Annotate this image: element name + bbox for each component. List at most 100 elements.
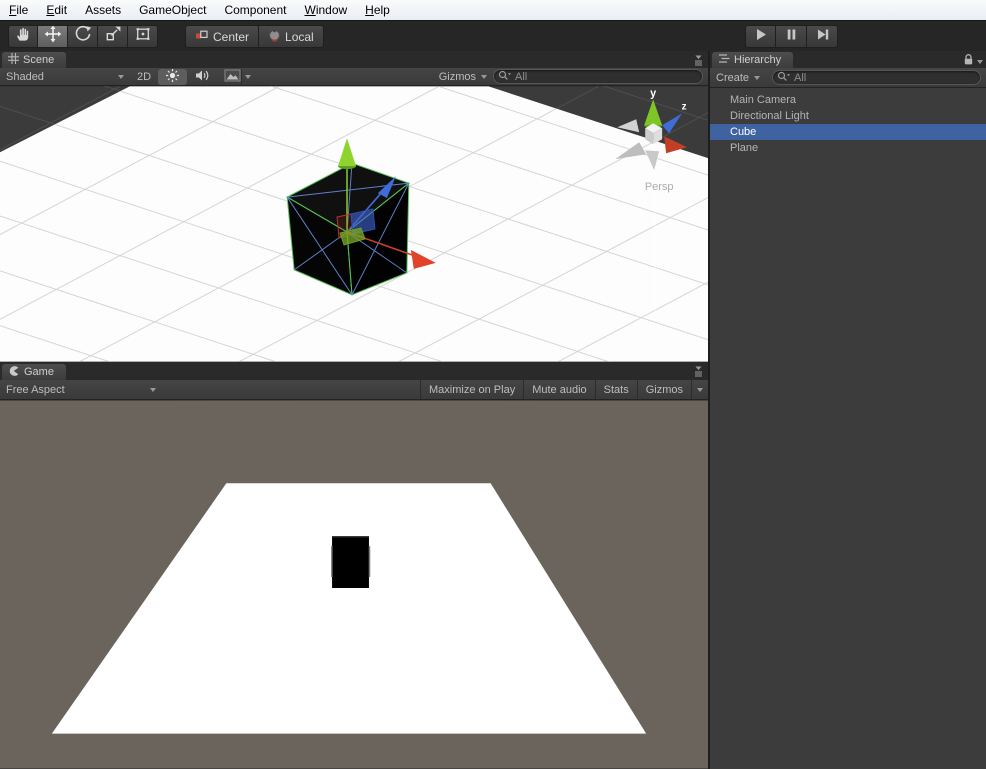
scene-tabbar: Scene bbox=[0, 51, 708, 68]
game-tabbar: Game bbox=[0, 362, 708, 380]
lighting-toggle[interactable] bbox=[158, 68, 188, 86]
create-label: Create bbox=[716, 71, 750, 84]
maximize-on-play-button[interactable]: Maximize on Play bbox=[420, 380, 523, 399]
audio-toggle[interactable] bbox=[187, 69, 217, 85]
shading-mode-dropdown[interactable]: Shaded bbox=[0, 68, 130, 85]
rect-tool-button[interactable] bbox=[128, 25, 158, 48]
mute-audio-button[interactable]: Mute audio bbox=[523, 380, 594, 399]
pause-button[interactable] bbox=[776, 25, 807, 48]
menu-component[interactable]: Component bbox=[215, 1, 295, 19]
image-icon bbox=[224, 69, 241, 85]
hierarchy-subbar: Create All bbox=[710, 68, 986, 88]
hand-icon bbox=[14, 25, 32, 48]
lock-icon[interactable] bbox=[963, 53, 974, 71]
menu-window[interactable]: Window bbox=[295, 1, 356, 19]
local-space-icon bbox=[268, 29, 281, 45]
persp-label[interactable]: Persp bbox=[645, 181, 674, 193]
menu-help[interactable]: Help bbox=[356, 1, 399, 19]
hierarchy-search-field[interactable]: All bbox=[772, 70, 981, 85]
chevron-down-icon bbox=[697, 387, 703, 392]
pane-menu-icon bbox=[692, 53, 705, 71]
shading-mode-label: Shaded bbox=[6, 70, 44, 83]
play-button[interactable] bbox=[745, 25, 776, 48]
hierarchy-item-directional-light[interactable]: Directional Light bbox=[710, 108, 986, 124]
rect-icon bbox=[134, 25, 152, 48]
main-toolbar: Center Local bbox=[0, 21, 986, 51]
pane-menu-icon bbox=[692, 364, 705, 382]
center-pivot-icon bbox=[195, 29, 209, 44]
game-subbar: Free Aspect Maximize on Play Mute audio … bbox=[0, 380, 708, 400]
aspect-dropdown[interactable]: Free Aspect bbox=[0, 380, 162, 399]
hierarchy-item-plane[interactable]: Plane bbox=[710, 140, 986, 156]
pivot-center-button[interactable]: Center bbox=[185, 25, 260, 48]
unity-editor-window: File Edit Assets GameObject Component Wi… bbox=[0, 0, 986, 769]
stats-button[interactable]: Stats bbox=[594, 380, 637, 399]
aspect-label: Free Aspect bbox=[6, 383, 65, 396]
chevron-down-icon bbox=[245, 74, 252, 79]
chevron-down-icon bbox=[118, 74, 124, 79]
hierarchy-tabbar: Hierarchy bbox=[710, 51, 986, 68]
game-pane-menu[interactable] bbox=[692, 364, 705, 382]
hand-tool-button[interactable] bbox=[8, 25, 38, 48]
2d-toggle[interactable]: 2D bbox=[130, 69, 158, 85]
playback-controls bbox=[745, 25, 838, 48]
speaker-icon bbox=[194, 68, 210, 86]
move-tool-button[interactable] bbox=[38, 25, 68, 48]
scene-pane-menu[interactable] bbox=[692, 53, 705, 71]
hierarchy-list: Main Camera Directional Light Cube Plane bbox=[710, 88, 986, 156]
menu-edit[interactable]: Edit bbox=[37, 1, 76, 19]
game-gizmos-arrow[interactable] bbox=[691, 380, 708, 399]
scene-viewport[interactable]: y z Persp bbox=[0, 86, 708, 362]
space-local-button[interactable]: Local bbox=[259, 25, 324, 48]
panel-divider[interactable] bbox=[708, 51, 710, 769]
pane-menu-icon[interactable] bbox=[977, 60, 983, 64]
magnifier-icon bbox=[777, 71, 791, 85]
scene-search-text: All bbox=[515, 70, 528, 83]
tab-scene[interactable]: Scene bbox=[2, 52, 67, 68]
scale-tool-button[interactable] bbox=[98, 25, 128, 48]
chevron-down-icon bbox=[481, 74, 487, 79]
rotate-tool-button[interactable] bbox=[68, 25, 98, 48]
pause-icon bbox=[782, 25, 801, 49]
game-subbar-buttons: Maximize on Play Mute audio Stats Gizmos bbox=[420, 380, 708, 399]
hierarchy-search-text: All bbox=[794, 71, 807, 84]
step-icon bbox=[813, 25, 832, 49]
axis-y-label: y bbox=[650, 87, 657, 99]
hierarchy-item-main-camera[interactable]: Main Camera bbox=[710, 92, 986, 108]
sun-icon bbox=[165, 68, 180, 86]
menu-gameobject[interactable]: GameObject bbox=[130, 1, 215, 19]
scene-search-field[interactable]: All bbox=[493, 69, 703, 84]
rotate-icon bbox=[74, 25, 92, 48]
axis-z-label: z bbox=[682, 101, 687, 112]
menu-bar: File Edit Assets GameObject Component Wi… bbox=[0, 0, 986, 21]
space-local-label: Local bbox=[285, 29, 314, 44]
pivot-space-toggles: Center Local bbox=[185, 25, 324, 48]
menu-file[interactable]: File bbox=[0, 1, 37, 19]
game-gizmos-dropdown[interactable]: Gizmos bbox=[636, 380, 691, 399]
hierarchy-pane-controls bbox=[963, 53, 983, 71]
tab-hierarchy[interactable]: Hierarchy bbox=[712, 52, 794, 68]
chevron-down-icon bbox=[754, 75, 761, 80]
list-icon bbox=[718, 53, 730, 67]
scene-panel: Scene Shaded 2D Gizmos All y z Persp bbox=[0, 51, 708, 362]
hierarchy-panel: Hierarchy Create All Main Camera Directi… bbox=[710, 51, 986, 769]
step-button[interactable] bbox=[807, 25, 838, 48]
transform-tools bbox=[8, 25, 158, 48]
hierarchy-item-cube[interactable]: Cube bbox=[710, 124, 986, 140]
tab-game[interactable]: Game bbox=[2, 364, 66, 380]
scene-gizmos-dropdown[interactable]: Gizmos bbox=[433, 68, 493, 85]
scale-icon bbox=[104, 25, 122, 48]
effects-toggle[interactable] bbox=[217, 68, 254, 85]
game-viewport[interactable] bbox=[0, 400, 708, 769]
menu-assets[interactable]: Assets bbox=[76, 1, 130, 19]
effects-dropdown[interactable] bbox=[241, 68, 254, 85]
chevron-down-icon bbox=[150, 387, 156, 392]
scene-tab-label: Scene bbox=[23, 54, 55, 66]
pacman-icon bbox=[8, 365, 20, 380]
play-icon bbox=[751, 25, 770, 49]
pivot-center-label: Center bbox=[213, 29, 250, 44]
hierarchy-tab-label: Hierarchy bbox=[734, 54, 782, 66]
game-panel: Game Free Aspect Maximize on Play Mute a… bbox=[0, 362, 708, 769]
game-gizmos-label: Gizmos bbox=[645, 383, 683, 396]
create-dropdown[interactable]: Create bbox=[710, 68, 766, 87]
